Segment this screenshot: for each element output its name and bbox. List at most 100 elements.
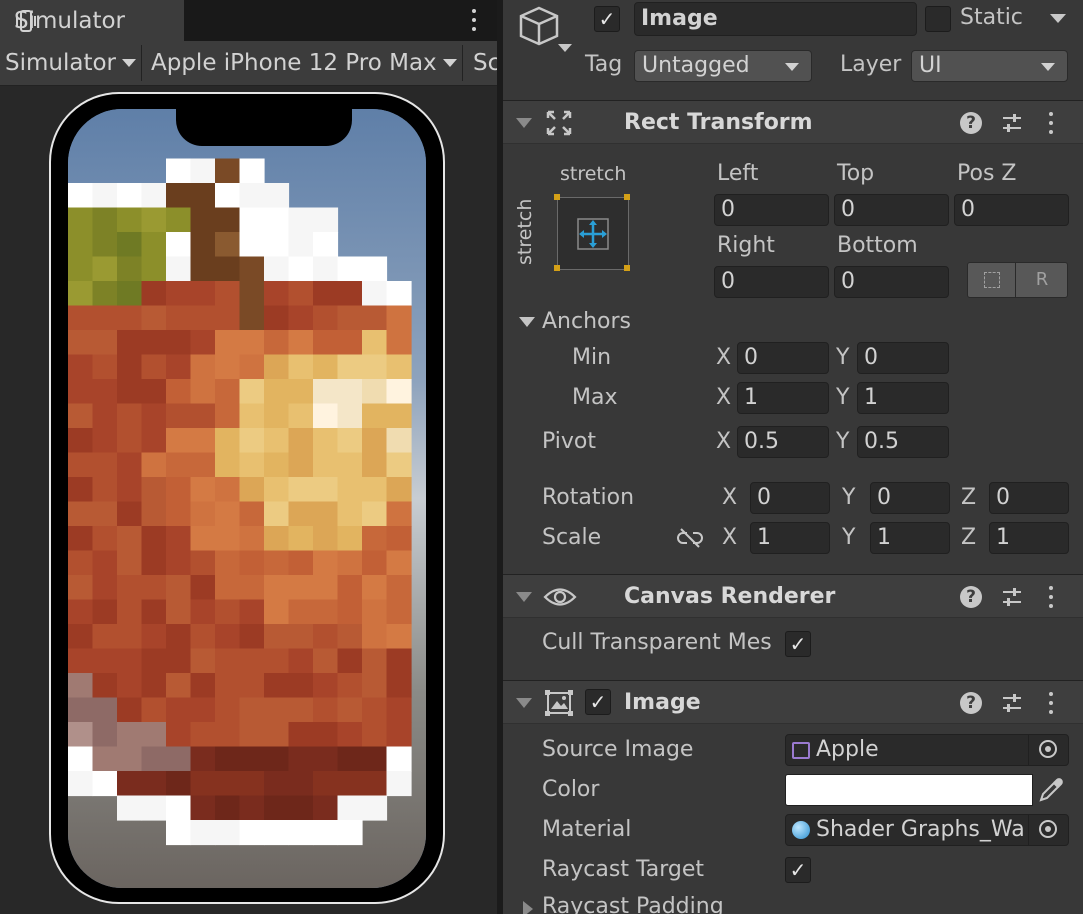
object-picker-icon[interactable] [1028, 735, 1068, 765]
rotation-y-field[interactable]: 0 [870, 482, 950, 514]
blueprint-mode-button[interactable] [968, 263, 1016, 297]
simulator-viewport[interactable] [0, 86, 499, 914]
cull-label-wrap: Cull Transparent Mes [542, 628, 782, 662]
active-checkbox[interactable]: ✓ [594, 6, 620, 32]
top-field[interactable]: 0 [834, 194, 949, 226]
help-icon[interactable]: ? [960, 586, 982, 608]
anchor-preset-button[interactable] [554, 194, 630, 271]
image-component-title: Image [624, 690, 701, 715]
gameobject-cube-icon[interactable] [517, 4, 579, 58]
mode-dropdown-label: Simulator [5, 50, 117, 76]
cull-transparent-label: Cull Transparent Mes [542, 630, 772, 655]
source-image-value: Apple [816, 737, 879, 762]
cull-transparent-checkbox[interactable]: ✓ [785, 631, 811, 657]
foldout-icon[interactable] [516, 698, 532, 708]
eye-icon [543, 588, 577, 606]
scale-z-label: Z [961, 525, 977, 550]
max-x-label: X [716, 385, 732, 410]
device-dropdown[interactable]: Apple iPhone 12 Pro Max [146, 41, 460, 85]
source-image-label: Source Image [542, 737, 694, 762]
rect-transform-header[interactable]: Rect Transform ? [503, 100, 1083, 144]
rotation-z-label: Z [961, 485, 977, 510]
image-component-header[interactable]: ✓ Image ? [503, 680, 1083, 724]
anchor-min-x-field[interactable]: 0 [737, 342, 829, 374]
rect-transform-title: Rect Transform [624, 110, 813, 135]
tag-dropdown[interactable]: Untagged [634, 50, 812, 82]
presets-icon[interactable] [1001, 692, 1023, 714]
component-menu-icon[interactable] [1048, 112, 1054, 134]
presets-icon[interactable] [1001, 586, 1023, 608]
scale-x-field[interactable]: 1 [750, 522, 830, 554]
phone-screen[interactable] [68, 109, 426, 888]
chevron-down-icon [122, 59, 137, 67]
min-x-label: X [716, 345, 732, 370]
left-field[interactable]: 0 [714, 194, 829, 226]
posz-field[interactable]: 0 [954, 194, 1069, 226]
rotation-z-field[interactable]: 0 [989, 482, 1069, 514]
anchor-max-x-field[interactable]: 1 [737, 382, 829, 414]
scale-z-field[interactable]: 1 [989, 522, 1069, 554]
component-menu-icon[interactable] [1048, 692, 1054, 714]
scale-label: Scale [542, 525, 602, 550]
presets-icon[interactable] [1001, 112, 1023, 134]
source-image-field[interactable]: Apple [785, 734, 1069, 766]
right-field[interactable]: 0 [714, 266, 829, 298]
static-label: Static [960, 5, 1023, 30]
rect-transform-icon [546, 110, 572, 136]
blueprint-raw-toggle: R [967, 262, 1068, 298]
eyedropper-icon[interactable] [1037, 776, 1065, 804]
phone-frame [49, 92, 445, 904]
material-label: Material [542, 817, 632, 842]
color-swatch[interactable] [785, 774, 1033, 806]
anchor-max-y-field[interactable]: 1 [857, 382, 949, 414]
image-enabled-checkbox[interactable]: ✓ [585, 689, 611, 715]
anchor-min-y-field[interactable]: 0 [857, 342, 949, 374]
material-icon [792, 821, 810, 839]
rotation-x-label: X [722, 485, 738, 510]
static-dropdown-icon[interactable] [1050, 14, 1066, 23]
scale-dropdown-label: Sc [473, 50, 499, 76]
raw-edit-button[interactable]: R [1017, 263, 1067, 297]
scale-x-label: X [722, 525, 738, 550]
pivot-label: Pivot [542, 429, 597, 454]
foldout-icon[interactable] [516, 592, 532, 602]
simulator-toolbar: Simulator Apple iPhone 12 Pro Max Sc [0, 41, 499, 86]
help-icon[interactable]: ? [960, 692, 982, 714]
simulator-tab-label: Simulator [14, 7, 126, 34]
color-label: Color [542, 777, 600, 802]
constrain-proportions-icon[interactable] [677, 527, 703, 549]
rotation-label: Rotation [542, 485, 635, 510]
anchors-foldout-icon[interactable] [519, 317, 535, 327]
raycast-target-checkbox[interactable]: ✓ [785, 857, 811, 883]
chevron-down-icon [785, 63, 799, 71]
raycast-target-label: Raycast Target [542, 857, 705, 882]
layer-dropdown[interactable]: UI [911, 50, 1068, 82]
pivot-x-field[interactable]: 0.5 [737, 426, 829, 458]
pivot-y-label: Y [836, 429, 850, 454]
image-component-icon [545, 690, 573, 716]
simulator-tab-bar: Simulator [0, 0, 499, 41]
layer-label: Layer [840, 52, 902, 77]
scale-y-field[interactable]: 1 [870, 522, 950, 554]
mode-dropdown[interactable]: Simulator [0, 41, 140, 85]
pivot-y-field[interactable]: 0.5 [857, 426, 949, 458]
foldout-icon[interactable] [516, 118, 532, 128]
simulator-tab[interactable]: Simulator [0, 0, 184, 41]
pivot-x-label: X [716, 429, 732, 454]
object-name-field[interactable]: Image [634, 2, 917, 36]
component-menu-icon[interactable] [1048, 586, 1054, 608]
canvas-renderer-header[interactable]: Canvas Renderer ? [503, 574, 1083, 618]
rotation-x-field[interactable]: 0 [750, 482, 830, 514]
bottom-field[interactable]: 0 [834, 266, 949, 298]
raycast-padding-foldout-icon[interactable] [523, 901, 533, 914]
static-checkbox[interactable] [925, 6, 951, 32]
tab-menu-icon[interactable] [466, 6, 482, 34]
scale-dropdown[interactable]: Sc [468, 41, 499, 85]
bottom-label: Bottom [837, 233, 918, 258]
anchors-label: Anchors [542, 309, 631, 334]
help-icon[interactable]: ? [960, 112, 982, 134]
object-picker-icon[interactable] [1028, 815, 1068, 845]
posz-label: Pos Z [957, 161, 1017, 186]
material-field[interactable]: Shader Graphs_Wa [785, 814, 1069, 846]
device-dropdown-label: Apple iPhone 12 Pro Max [151, 50, 437, 76]
